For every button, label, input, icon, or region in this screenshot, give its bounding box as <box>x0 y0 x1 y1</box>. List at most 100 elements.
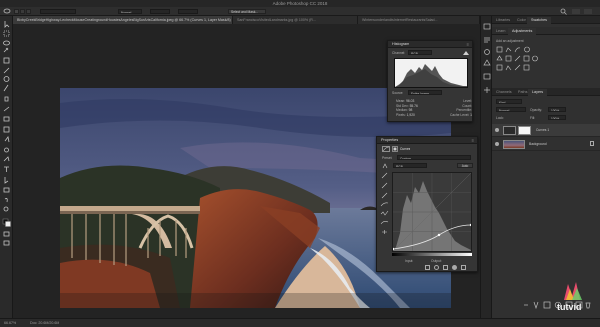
refresh-icon[interactable] <box>462 50 470 56</box>
stat-value: 55.76 <box>409 103 418 108</box>
panel-menu-icon[interactable]: ≡ <box>467 42 469 47</box>
eraser-tool-icon <box>3 116 10 122</box>
hue-saturation-icon <box>505 55 512 62</box>
add-adjustment-label: Add an adjustment <box>496 39 524 43</box>
quick-mask-icon <box>3 231 10 237</box>
crop-tool-icon <box>3 57 10 64</box>
histogram-panel[interactable]: Histogram ≡ Channel: RGB Source: Entire … <box>387 40 473 122</box>
curves-tool-icons <box>380 172 389 234</box>
visibility-eye-icon[interactable] <box>495 128 499 132</box>
stat-value: 1,920 <box>406 112 415 117</box>
layer-name[interactable]: Background <box>529 142 547 146</box>
channel-label: Channel: <box>392 51 406 55</box>
zoom-level[interactable]: 66.67% <box>4 321 16 325</box>
visibility-eye-icon[interactable] <box>495 142 499 146</box>
new-selection-button[interactable] <box>14 9 19 14</box>
width-field[interactable] <box>150 9 170 14</box>
status-bar: 66.67% Doc: 20.6M/20.6M <box>0 318 600 327</box>
stat-label: Median: <box>396 108 408 112</box>
hand-target-icon[interactable] <box>382 163 388 169</box>
tab-label: SanFranciscoVisitedLandmarks.jpg @ 100% … <box>237 18 316 22</box>
quick-select-icon <box>3 47 9 53</box>
panel-menu-icon[interactable]: ≡ <box>472 138 474 143</box>
invert-icon <box>496 64 503 71</box>
tab-san-francisco[interactable]: SanFranciscoVisitedLandmarks.jpg @ 100% … <box>233 16 358 24</box>
tab-adjustments[interactable]: Adjustments <box>508 28 537 35</box>
reset-icon[interactable] <box>443 265 448 270</box>
trash-icon[interactable] <box>461 265 466 270</box>
tab-label: WinterwonderlandtsInternetRestaurantsSal… <box>362 18 438 22</box>
histogram-shape <box>395 64 467 87</box>
stat-label: Percentile: <box>456 108 472 112</box>
layer-name[interactable]: Curves 1 <box>536 128 549 132</box>
brand-logo-icon <box>564 282 582 300</box>
tab-channels[interactable]: Channels <box>492 89 516 96</box>
lasso-tool-icon[interactable] <box>3 8 11 15</box>
fx-icon <box>533 301 539 309</box>
tab-layers[interactable]: Layers <box>528 89 548 96</box>
adjustment-icons <box>496 46 538 71</box>
style-select[interactable]: Normal <box>118 9 142 14</box>
preset-select[interactable]: Custom <box>397 155 471 160</box>
layer-filter-select[interactable]: Kind <box>496 99 522 104</box>
curves-tools <box>380 172 389 237</box>
tool-icons <box>2 21 11 246</box>
stat-label: Count: <box>462 103 472 108</box>
histogram-stats-right: Level: Count: Percentile: Cache Level: 1 <box>438 99 472 117</box>
screen-mode-icon <box>3 240 10 246</box>
tab-learn[interactable]: Learn <box>492 28 509 35</box>
clip-to-layer-icon[interactable] <box>425 265 430 270</box>
opacity-field[interactable]: 100% <box>548 107 566 112</box>
channel-select[interactable]: RGB <box>393 163 427 168</box>
watermark: tutvid <box>545 280 595 320</box>
fill-field[interactable]: 100% <box>548 115 566 120</box>
tools-panel <box>0 16 13 318</box>
share-button[interactable] <box>584 9 592 14</box>
adjustment-kind: Curves <box>400 147 411 151</box>
layer-mask-thumbnail[interactable] <box>518 126 531 135</box>
workspace-button[interactable] <box>572 9 580 14</box>
lasso-tool-icon <box>3 40 10 46</box>
properties-panel-icon <box>483 73 491 80</box>
stat-value: 98 <box>408 108 413 112</box>
source-label: Source: <box>392 91 404 95</box>
select-and-mask-button[interactable]: Select and Mask... <box>228 9 266 15</box>
tab-winterwonderland[interactable]: WinterwonderlandtsInternetRestaurantsSal… <box>358 16 480 24</box>
healing-brush-icon <box>3 76 10 82</box>
height-field[interactable] <box>178 9 198 14</box>
curves-graph[interactable] <box>391 172 473 252</box>
feather-field[interactable] <box>40 9 76 14</box>
mask-icon[interactable] <box>392 146 398 152</box>
options-bar: Normal Select and Mask... <box>0 7 600 16</box>
color-panel-tabs: Libraries Color Swatches <box>492 16 600 24</box>
search-icon[interactable] <box>560 8 567 15</box>
stat-value: 1 <box>470 112 472 117</box>
visibility-icon[interactable] <box>452 265 457 270</box>
draw-curve-icon <box>380 210 389 216</box>
histogram-title: Histogram <box>392 42 410 47</box>
blend-mode-select[interactable]: Normal <box>496 107 526 112</box>
properties-panel[interactable]: Properties ≡ Curves Preset: Custom RGB A… <box>376 136 478 272</box>
eyedropper-icon <box>3 67 10 74</box>
black-white-icon <box>523 55 530 62</box>
stat-label: Mean: <box>396 99 406 103</box>
tab-label: BixbyCreekBridgeHighway.LecheckMouseCrea… <box>17 18 231 22</box>
sample-black-icon <box>381 172 388 179</box>
channel-select[interactable]: RGB <box>408 50 432 55</box>
layer-row-curves[interactable]: Curves 1 <box>492 124 600 137</box>
tab-bixby-creek[interactable]: BixbyCreekBridgeHighway.LecheckMouseCrea… <box>13 16 233 24</box>
marquee-tool-icon <box>3 30 10 37</box>
histogram-header[interactable]: Histogram ≡ <box>388 41 472 48</box>
add-selection-button[interactable] <box>20 9 25 14</box>
auto-button[interactable]: Auto <box>457 163 473 168</box>
type-tool-icon <box>4 166 9 172</box>
properties-header[interactable]: Properties ≡ <box>377 137 477 144</box>
stat-label: Std Dev: <box>396 103 409 108</box>
source-select[interactable]: Entire Image <box>408 90 442 95</box>
adjustments-tabs: Learn Adjustments <box>492 27 600 35</box>
view-previous-icon[interactable] <box>434 265 439 270</box>
tab-libraries[interactable]: Libraries <box>492 17 514 24</box>
subtract-selection-button[interactable] <box>26 9 31 14</box>
layer-row-background[interactable]: Background <box>492 138 600 151</box>
tab-swatches[interactable]: Swatches <box>527 17 551 24</box>
